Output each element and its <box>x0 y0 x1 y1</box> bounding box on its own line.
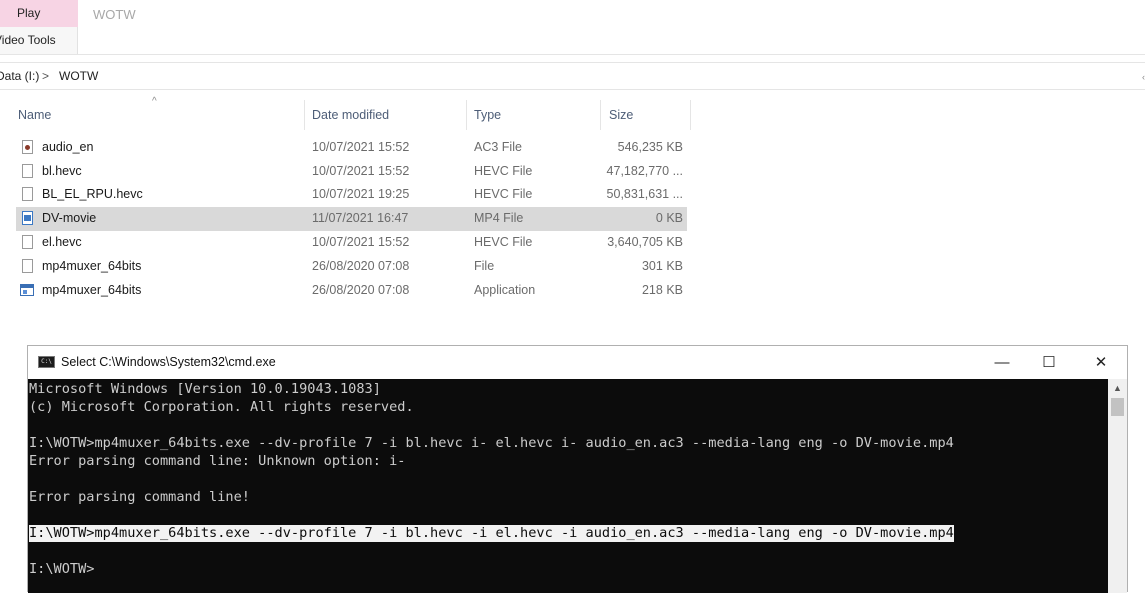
tab-video-tools[interactable]: Video Tools <box>0 27 78 54</box>
application-icon <box>20 284 34 296</box>
file-icon <box>22 164 33 178</box>
file-date: 10/07/2021 15:52 <box>312 235 410 249</box>
cmd-console[interactable]: Microsoft Windows [Version 10.0.19043.10… <box>28 379 1108 593</box>
close-button[interactable]: ✕ <box>1078 350 1124 376</box>
column-divider[interactable] <box>600 100 601 130</box>
file-date: 10/07/2021 15:52 <box>312 140 410 154</box>
file-row-audio-en[interactable]: audio_en 10/07/2021 15:52 AC3 File 546,2… <box>16 136 687 160</box>
console-line: I:\WOTW>mp4muxer_64bits.exe --dv-profile… <box>29 435 954 451</box>
file-type: AC3 File <box>474 140 522 154</box>
file-date: 10/07/2021 19:25 <box>312 187 410 201</box>
file-row-bl-hevc[interactable]: bl.hevc 10/07/2021 15:52 HEVC File 47,18… <box>16 160 687 184</box>
file-icon <box>22 235 33 249</box>
file-icon <box>22 259 33 273</box>
column-header-name[interactable]: Name <box>18 100 51 130</box>
file-name: el.hevc <box>42 235 82 249</box>
video-file-icon <box>22 211 33 225</box>
file-row-el-hevc[interactable]: el.hevc 10/07/2021 15:52 HEVC File 3,640… <box>16 231 687 255</box>
file-size: 50,831,631 ... <box>606 187 683 201</box>
scroll-up-icon[interactable]: ▲ <box>1108 381 1127 395</box>
cmd-scrollbar[interactable]: ▲ <box>1108 379 1127 593</box>
terminal-icon: C:\ <box>38 356 55 368</box>
file-size: 301 KB <box>641 259 683 273</box>
column-divider[interactable] <box>466 100 467 130</box>
file-size: 3,640,705 KB <box>607 235 683 249</box>
column-header-date[interactable]: Date modified <box>312 100 389 130</box>
cmd-title-bar[interactable]: C:\ Select C:\Windows\System32\cmd.exe —… <box>28 346 1127 379</box>
file-row-mp4muxer-app[interactable]: mp4muxer_64bits 26/08/2020 07:08 Applica… <box>16 279 687 303</box>
tab-play[interactable]: Play <box>0 0 78 27</box>
console-line: Error parsing command line: Unknown opti… <box>29 453 406 469</box>
console-prompt[interactable]: I:\WOTW> <box>29 561 94 578</box>
file-icon <box>22 187 33 201</box>
maximize-button[interactable]: ☐ <box>1026 350 1072 376</box>
file-row-bl-el-rpu[interactable]: BL_EL_RPU.hevc 10/07/2021 19:25 HEVC Fil… <box>16 183 687 207</box>
column-header-size[interactable]: Size <box>609 100 633 130</box>
file-size: 0 KB <box>655 211 683 225</box>
file-type: HEVC File <box>474 164 533 178</box>
file-size: 546,235 KB <box>617 140 683 154</box>
file-type: HEVC File <box>474 235 533 249</box>
file-name: mp4muxer_64bits <box>42 259 142 273</box>
column-divider[interactable] <box>304 100 305 130</box>
audio-file-icon <box>22 140 33 154</box>
cmd-window[interactable]: C:\ Select C:\Windows\System32\cmd.exe —… <box>27 345 1128 593</box>
scrollbar-thumb[interactable] <box>1111 398 1124 416</box>
console-line: (c) Microsoft Corporation. All rights re… <box>29 399 414 415</box>
console-line: Microsoft Windows [Version 10.0.19043.10… <box>29 381 381 397</box>
file-date: 11/07/2021 16:47 <box>312 211 409 225</box>
console-line-selected[interactable]: I:\WOTW>mp4muxer_64bits.exe --dv-profile… <box>29 525 954 542</box>
tab-video-tools-label: Video Tools <box>0 33 56 47</box>
file-date: 26/08/2020 07:08 <box>312 283 410 297</box>
file-size: 47,182,770 ... <box>606 164 683 178</box>
breadcrumb-drive[interactable]: Data (I:) <box>0 69 39 83</box>
minimize-button[interactable]: — <box>979 350 1025 376</box>
cmd-title: Select C:\Windows\System32\cmd.exe <box>61 355 276 369</box>
file-type: Application <box>474 283 536 297</box>
file-type: MP4 File <box>474 211 524 225</box>
file-name: mp4muxer_64bits <box>42 283 142 297</box>
ribbon: Play Video Tools WOTW <box>0 0 1145 55</box>
file-row-dv-movie[interactable]: DV-movie 11/07/2021 16:47 MP4 File 0 KB <box>16 207 687 231</box>
file-date: 26/08/2020 07:08 <box>312 259 410 273</box>
window-title: WOTW <box>93 7 136 22</box>
file-type: HEVC File <box>474 187 533 201</box>
file-type: File <box>474 259 495 273</box>
breadcrumb-folder[interactable]: WOTW <box>59 69 98 83</box>
file-name: bl.hevc <box>42 164 82 178</box>
file-name: DV-movie <box>42 211 97 225</box>
console-line: Error parsing command line! <box>29 489 250 505</box>
column-header-type[interactable]: Type <box>474 100 501 130</box>
breadcrumb-separator-icon[interactable]: > <box>42 69 49 83</box>
file-size: 218 KB <box>641 283 683 297</box>
sort-ascending-icon: ^ <box>152 96 157 107</box>
column-divider[interactable] <box>690 100 691 130</box>
address-bar[interactable]: Data (I:) > WOTW ‹ <box>0 62 1145 90</box>
file-row-mp4muxer-file[interactable]: mp4muxer_64bits 26/08/2020 07:08 File 30… <box>16 255 687 279</box>
file-date: 10/07/2021 15:52 <box>312 164 410 178</box>
file-name: audio_en <box>42 140 94 154</box>
file-name: BL_EL_RPU.hevc <box>42 187 143 201</box>
